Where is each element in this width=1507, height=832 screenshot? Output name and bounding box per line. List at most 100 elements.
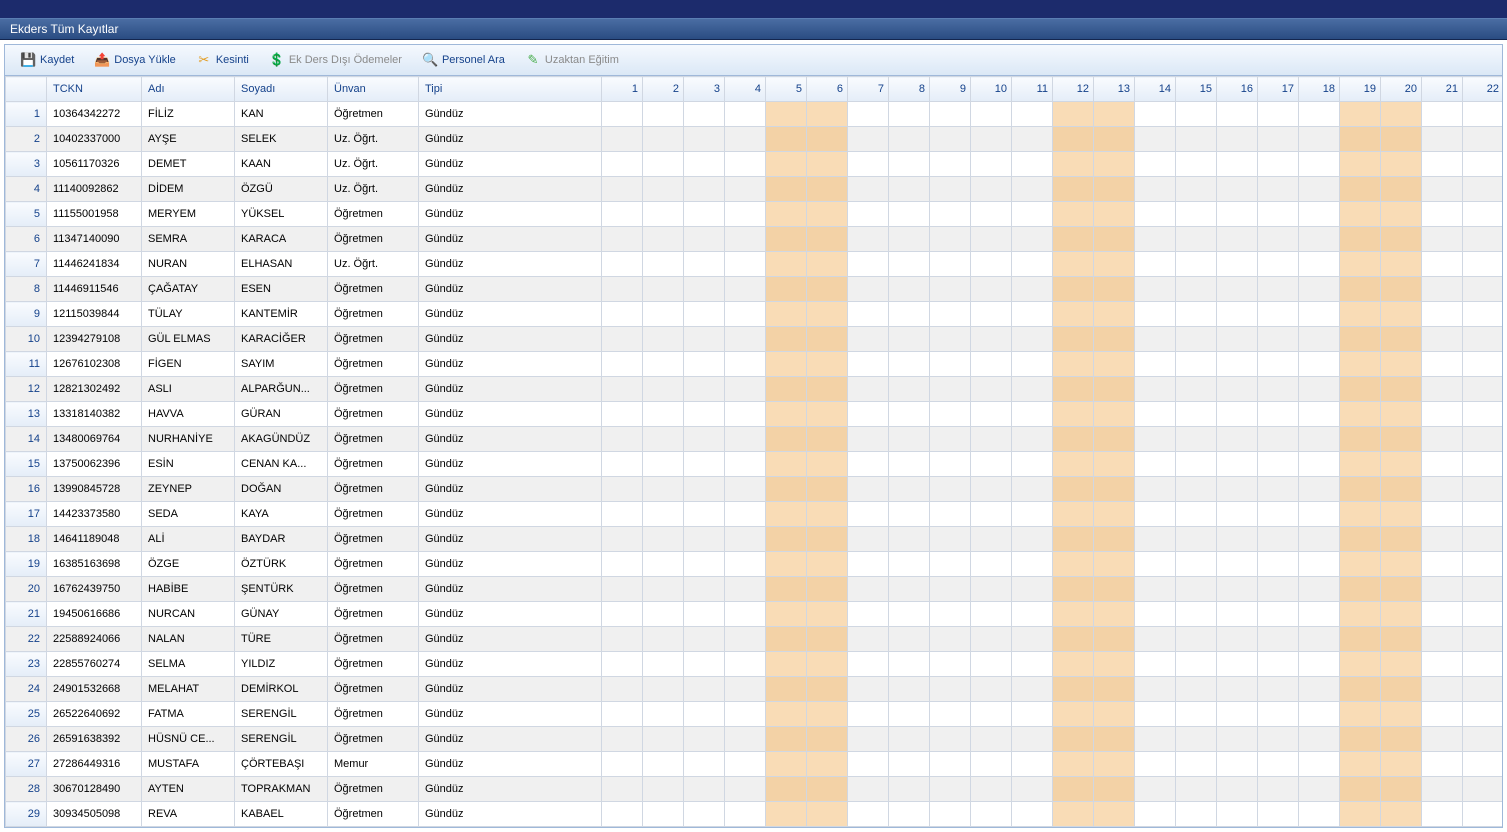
cell-unvan[interactable]: Öğretmen (328, 552, 419, 577)
cell-day-19[interactable] (1340, 102, 1381, 127)
cell-day-3[interactable] (684, 752, 725, 777)
cell-day-7[interactable] (848, 252, 889, 277)
cell-day-22[interactable] (1463, 427, 1503, 452)
cell-unvan[interactable]: Öğretmen (328, 502, 419, 527)
table-row[interactable]: 1814641189048ALİBAYDARÖğretmenGündüz0 (6, 527, 1503, 552)
table-row[interactable]: 1012394279108GÜL ELMASKARACİĞERÖğretmenG… (6, 327, 1503, 352)
col-day-3[interactable]: 3 (684, 77, 725, 102)
cell-day-20[interactable] (1381, 702, 1422, 727)
cell-day-12[interactable] (1053, 652, 1094, 677)
cell-day-4[interactable] (725, 377, 766, 402)
cell-day-5[interactable] (766, 727, 807, 752)
cell-day-14[interactable] (1135, 427, 1176, 452)
table-row[interactable]: 1513750062396ESİNCENAN KA...ÖğretmenGünd… (6, 452, 1503, 477)
cell-day-22[interactable] (1463, 452, 1503, 477)
cell-unvan[interactable]: Öğretmen (328, 602, 419, 627)
col-day-8[interactable]: 8 (889, 77, 930, 102)
cell-day-3[interactable] (684, 702, 725, 727)
cell-adi[interactable]: AYŞE (142, 127, 235, 152)
cell-day-9[interactable] (930, 202, 971, 227)
cell-day-7[interactable] (848, 102, 889, 127)
table-row[interactable]: 912115039844TÜLAYKANTEMİRÖğretmenGündüz0 (6, 302, 1503, 327)
cell-day-9[interactable] (930, 252, 971, 277)
cell-day-18[interactable] (1299, 502, 1340, 527)
cell-soyadi[interactable]: KANTEMİR (235, 302, 328, 327)
cell-day-4[interactable] (725, 352, 766, 377)
cell-tipi[interactable]: Gündüz (419, 127, 602, 152)
cell-day-2[interactable] (643, 252, 684, 277)
cell-day-16[interactable] (1217, 652, 1258, 677)
cell-day-7[interactable] (848, 652, 889, 677)
cell-day-6[interactable] (807, 752, 848, 777)
cell-day-19[interactable] (1340, 727, 1381, 752)
cell-soyadi[interactable]: GÜNAY (235, 602, 328, 627)
cell-day-22[interactable] (1463, 227, 1503, 252)
cell-day-22[interactable] (1463, 477, 1503, 502)
cell-tckn[interactable]: 22855760274 (47, 652, 142, 677)
table-row[interactable]: 210402337000AYŞESELEKUz. Öğrt.Gündüz0 (6, 127, 1503, 152)
cell-day-6[interactable] (807, 627, 848, 652)
cell-day-4[interactable] (725, 152, 766, 177)
cell-day-4[interactable] (725, 477, 766, 502)
table-row[interactable]: 1212821302492ASLIALPARĞUN...ÖğretmenGünd… (6, 377, 1503, 402)
cell-day-17[interactable] (1258, 552, 1299, 577)
cell-adi[interactable]: DİDEM (142, 177, 235, 202)
table-row[interactable]: 1413480069764NURHANİYEAKAGÜNDÜZÖğretmenG… (6, 427, 1503, 452)
cell-day-1[interactable] (602, 552, 643, 577)
cell-day-15[interactable] (1176, 202, 1217, 227)
cell-day-19[interactable] (1340, 302, 1381, 327)
cell-tipi[interactable]: Gündüz (419, 402, 602, 427)
cut-button[interactable]: ✂ Kesinti (187, 49, 258, 71)
cell-unvan[interactable]: Öğretmen (328, 677, 419, 702)
cell-day-21[interactable] (1422, 202, 1463, 227)
cell-day-3[interactable] (684, 577, 725, 602)
cell-tipi[interactable]: Gündüz (419, 602, 602, 627)
cell-day-16[interactable] (1217, 177, 1258, 202)
cell-day-3[interactable] (684, 477, 725, 502)
cell-unvan[interactable]: Öğretmen (328, 277, 419, 302)
cell-day-11[interactable] (1012, 577, 1053, 602)
cell-day-4[interactable] (725, 702, 766, 727)
cell-tipi[interactable]: Gündüz (419, 277, 602, 302)
cell-day-20[interactable] (1381, 677, 1422, 702)
table-row[interactable]: 2727286449316MUSTAFAÇÖRTEBAŞIMemurGündüz… (6, 752, 1503, 777)
cell-day-20[interactable] (1381, 352, 1422, 377)
cell-day-6[interactable] (807, 127, 848, 152)
cell-day-2[interactable] (643, 477, 684, 502)
cell-day-20[interactable] (1381, 577, 1422, 602)
cell-day-1[interactable] (602, 602, 643, 627)
cell-day-3[interactable] (684, 352, 725, 377)
cell-adi[interactable]: ESİN (142, 452, 235, 477)
cell-day-18[interactable] (1299, 427, 1340, 452)
cell-soyadi[interactable]: KABAEL (235, 802, 328, 827)
cell-tckn[interactable]: 14641189048 (47, 527, 142, 552)
cell-tipi[interactable]: Gündüz (419, 802, 602, 827)
cell-day-5[interactable] (766, 152, 807, 177)
cell-day-14[interactable] (1135, 502, 1176, 527)
cell-day-18[interactable] (1299, 227, 1340, 252)
cell-day-14[interactable] (1135, 452, 1176, 477)
cell-day-21[interactable] (1422, 277, 1463, 302)
cell-day-22[interactable] (1463, 602, 1503, 627)
cell-day-17[interactable] (1258, 427, 1299, 452)
cell-day-19[interactable] (1340, 777, 1381, 802)
cell-day-10[interactable] (971, 177, 1012, 202)
cell-day-8[interactable] (889, 277, 930, 302)
cell-day-8[interactable] (889, 777, 930, 802)
cell-day-6[interactable] (807, 327, 848, 352)
cell-day-17[interactable] (1258, 677, 1299, 702)
cell-day-22[interactable] (1463, 102, 1503, 127)
cell-day-12[interactable] (1053, 427, 1094, 452)
col-day-22[interactable]: 22 (1463, 77, 1503, 102)
cell-day-4[interactable] (725, 552, 766, 577)
cell-day-19[interactable] (1340, 252, 1381, 277)
cell-tckn[interactable]: 16762439750 (47, 577, 142, 602)
cell-day-8[interactable] (889, 402, 930, 427)
cell-day-8[interactable] (889, 527, 930, 552)
cell-day-11[interactable] (1012, 552, 1053, 577)
cell-day-11[interactable] (1012, 152, 1053, 177)
cell-day-3[interactable] (684, 627, 725, 652)
cell-day-16[interactable] (1217, 302, 1258, 327)
cell-day-10[interactable] (971, 277, 1012, 302)
cell-day-20[interactable] (1381, 327, 1422, 352)
